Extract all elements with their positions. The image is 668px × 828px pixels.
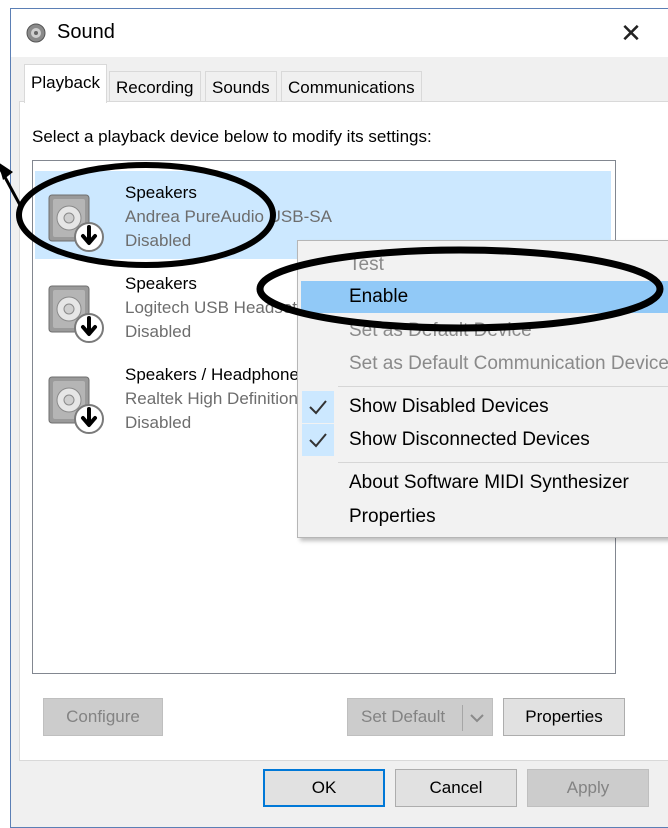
button-label: Apply — [566, 778, 610, 797]
properties-button[interactable]: Properties — [503, 698, 625, 736]
speaker-disabled-icon — [48, 194, 104, 252]
chevron-down-icon[interactable] — [469, 711, 485, 725]
tab-label: Recording — [116, 78, 194, 97]
menu-item-show-disabled-devices[interactable]: Show Disabled Devices — [301, 391, 668, 423]
menu-item-label: Properties — [349, 506, 436, 527]
device-status: Disabled — [125, 231, 192, 250]
device-name: Speakers — [125, 274, 197, 293]
device-status: Disabled — [125, 413, 192, 432]
device-status: Disabled — [125, 322, 192, 341]
menu-item-show-disconnected-devices[interactable]: Show Disconnected Devices — [301, 424, 668, 456]
context-menu: Test Enable Set as Default Device Set as… — [297, 240, 668, 538]
button-label: Set Default — [361, 707, 446, 726]
button-label: OK — [311, 778, 337, 797]
menu-item-label: Show Disconnected Devices — [349, 429, 590, 450]
menu-separator — [338, 462, 668, 463]
menu-item-test[interactable]: Test — [301, 249, 668, 281]
button-label: Cancel — [429, 778, 483, 797]
close-icon: ✕ — [620, 17, 642, 48]
split-divider — [462, 705, 463, 731]
menu-item-about-midi[interactable]: About Software MIDI Synthesizer — [301, 467, 668, 499]
button-label: Properties — [525, 707, 603, 726]
speaker-icon — [26, 23, 46, 43]
instruction-text: Select a playback device below to modify… — [32, 127, 432, 146]
apply-button[interactable]: Apply — [527, 769, 649, 807]
menu-item-label: Show Disabled Devices — [349, 396, 549, 417]
speaker-disabled-icon — [48, 376, 104, 434]
speaker-disabled-icon — [48, 285, 104, 343]
checkmark-icon — [309, 400, 327, 415]
menu-item-label: Set as Default Device — [349, 320, 532, 341]
tab-playback[interactable]: Playback — [24, 64, 107, 103]
configure-button[interactable]: Configure — [43, 698, 163, 736]
tab-label: Playback — [31, 73, 100, 92]
device-description: Logitech USB Headset — [125, 298, 297, 317]
tab-sounds[interactable]: Sounds — [205, 71, 277, 102]
menu-item-enable[interactable]: Enable — [301, 281, 668, 313]
tab-label: Sounds — [212, 78, 270, 97]
tab-communications[interactable]: Communications — [281, 71, 422, 102]
tab-label: Communications — [288, 78, 415, 97]
menu-item-label: Enable — [349, 286, 409, 307]
device-name: Speakers / Headphones — [125, 365, 308, 384]
menu-item-properties[interactable]: Properties — [301, 501, 668, 533]
ok-button[interactable]: OK — [263, 769, 385, 807]
menu-item-label: Set as Default Communication Device — [349, 353, 668, 374]
close-button[interactable]: ✕ — [613, 17, 649, 49]
menu-item-label: About Software MIDI Synthesizer — [349, 472, 629, 493]
device-name: Speakers — [125, 183, 197, 202]
window-title: Sound — [57, 21, 115, 43]
menu-item-label: Test — [349, 254, 384, 275]
menu-separator — [338, 386, 668, 387]
menu-item-set-default-device[interactable]: Set as Default Device — [301, 315, 668, 347]
tab-recording[interactable]: Recording — [109, 71, 201, 102]
title-bar[interactable]: Sound ✕ — [11, 9, 668, 57]
menu-item-set-default-communication-device[interactable]: Set as Default Communication Device — [301, 348, 668, 380]
device-description: Andrea PureAudio USB-SA — [125, 207, 332, 226]
checkmark-icon — [309, 433, 327, 448]
set-default-button[interactable]: Set Default — [347, 698, 493, 736]
button-label: Configure — [66, 707, 140, 726]
cancel-button[interactable]: Cancel — [395, 769, 517, 807]
